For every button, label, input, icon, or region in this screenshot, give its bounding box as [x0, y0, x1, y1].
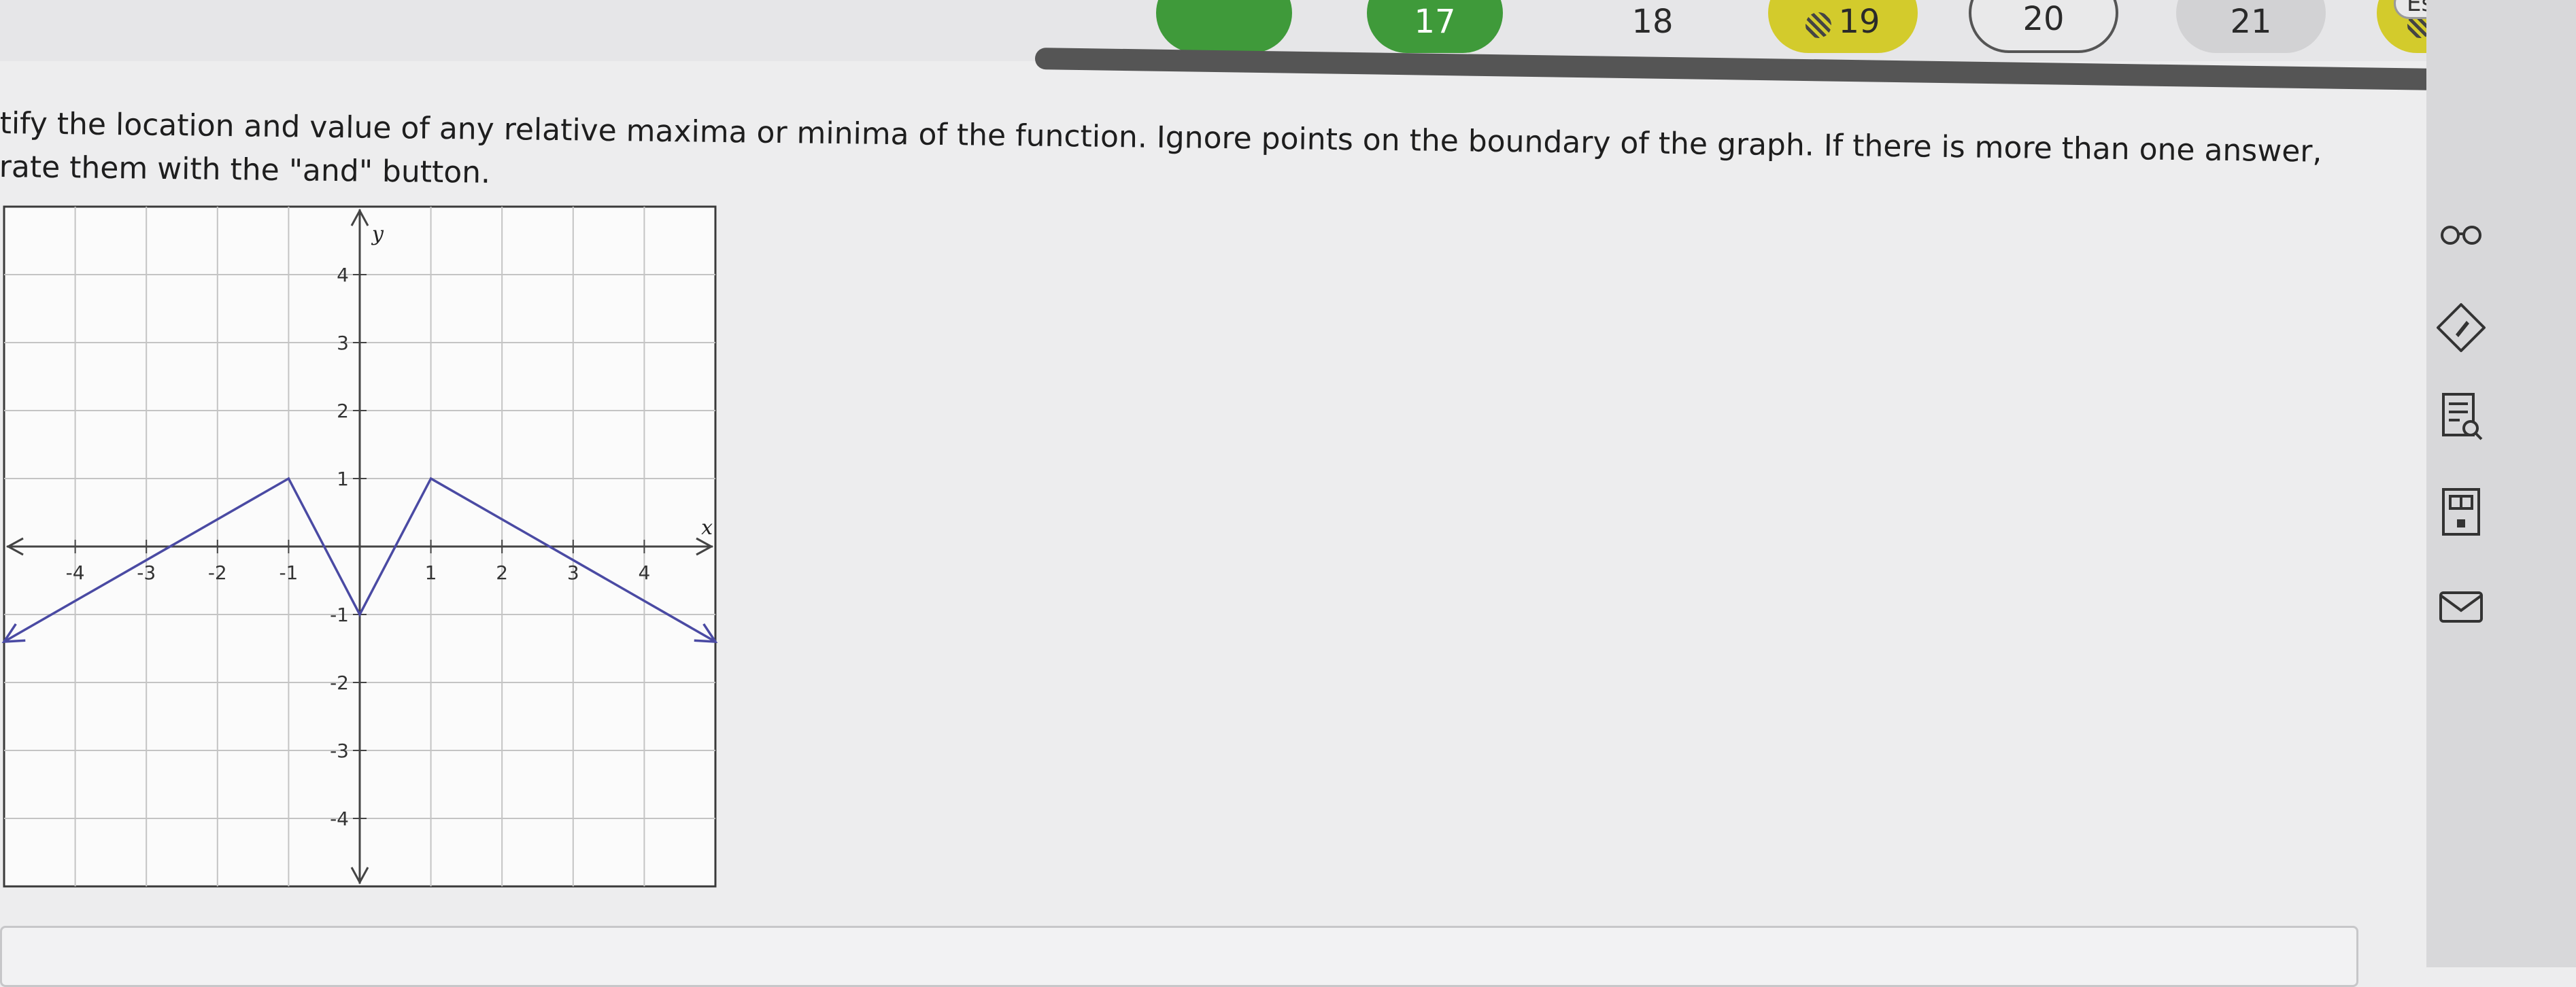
question-nav-20[interactable]: 20 — [1969, 0, 2118, 53]
notes-search-icon[interactable] — [2431, 387, 2491, 447]
x-tick-label: 1 — [425, 561, 437, 584]
y-tick-label: 4 — [337, 264, 349, 286]
question-nav-18[interactable]: 18 — [1584, 0, 1721, 53]
x-tick-label: -1 — [279, 561, 298, 584]
question-nav-21[interactable]: 21 — [2176, 0, 2326, 53]
flag-icon — [1806, 12, 1832, 38]
calculator-icon[interactable] — [2431, 483, 2491, 542]
y-tick-label: 1 — [337, 468, 349, 490]
function-graph: -4 -3 -2 -1 1 2 3 44321-1-2-3-4 x y — [1, 205, 718, 888]
question-text: tify the location and value of any relat… — [0, 102, 2322, 218]
y-tick-label: -1 — [330, 604, 349, 626]
answer-input-area[interactable] — [0, 926, 2358, 987]
question-nav-17[interactable]: 17 — [1367, 0, 1503, 53]
y-tick-label: 2 — [337, 400, 349, 422]
y-tick-label: -4 — [330, 808, 349, 830]
tag-pencil-icon[interactable] — [2431, 298, 2491, 358]
question-nav-16[interactable] — [1156, 0, 1292, 53]
y-tick-label: 3 — [337, 332, 349, 354]
question-nav-19[interactable]: 19 — [1768, 0, 1918, 53]
mail-icon[interactable] — [2431, 576, 2491, 636]
x-tick-label: -4 — [66, 561, 85, 584]
y-axis-label: y — [371, 222, 384, 246]
x-tick-label: 3 — [567, 561, 579, 584]
x-axis-label: x — [701, 516, 713, 540]
y-tick-label: -3 — [330, 740, 349, 762]
x-tick-label: -2 — [208, 561, 227, 584]
glasses-icon[interactable] — [2431, 204, 2491, 264]
x-tick-label: 2 — [496, 561, 508, 584]
y-tick-label: -2 — [330, 672, 349, 694]
x-tick-label: 4 — [638, 561, 650, 584]
